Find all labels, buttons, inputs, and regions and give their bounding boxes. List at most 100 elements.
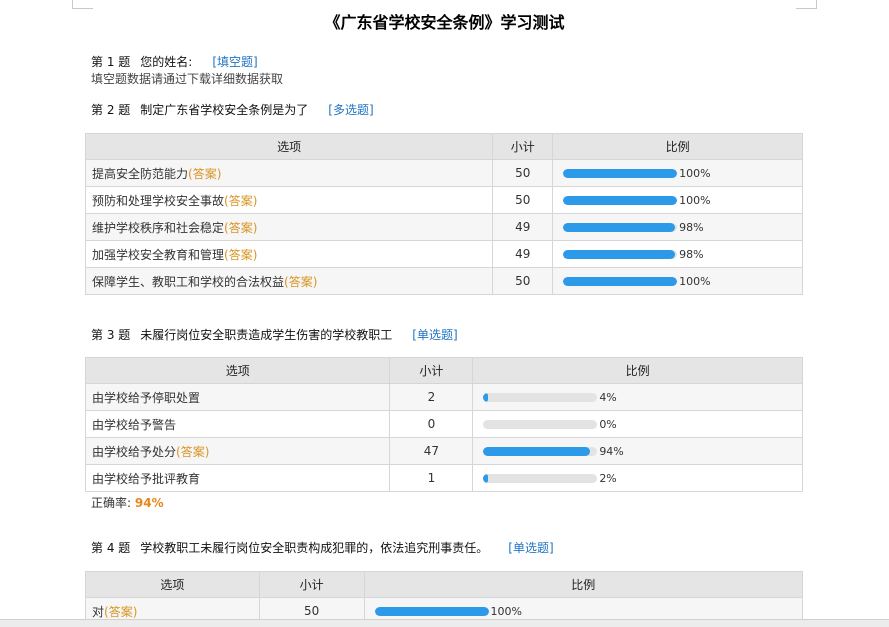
- progress-bar: [374, 606, 489, 616]
- count-cell: 0: [389, 410, 474, 438]
- answer-marker: (答案): [224, 193, 258, 208]
- count-cell: 2: [389, 383, 474, 411]
- progress-bar: [563, 222, 678, 232]
- progress-fill: [483, 473, 488, 483]
- option-label: 预防和处理学校安全事故: [92, 193, 225, 208]
- ratio-cell: 94%: [472, 437, 803, 465]
- count-cell: 1: [389, 464, 474, 492]
- ratio-cell: 98%: [552, 213, 803, 241]
- table-row: 提高安全防范能力(答案) 50 100%: [84, 159, 803, 187]
- accuracy-label: 正确率:: [91, 496, 132, 510]
- option-cell: 预防和处理学校安全事故(答案): [84, 186, 494, 214]
- progress-fill: [563, 195, 678, 205]
- ratio-cell: 100%: [552, 159, 803, 187]
- count-cell: 49: [492, 240, 554, 268]
- table-row: 加强学校安全教育和管理(答案) 49 98%: [84, 240, 803, 268]
- progress-bar: [563, 195, 678, 205]
- table-row: 由学校给予批评教育 1 2%: [84, 464, 803, 492]
- option-label: 维护学校秩序和社会稳定: [92, 220, 225, 235]
- percent-label: 98%: [679, 247, 704, 261]
- progress-fill: [563, 168, 678, 178]
- progress-bar: [563, 276, 678, 286]
- percent-label: 100%: [679, 166, 711, 180]
- column-header-option: 选项: [84, 357, 391, 384]
- table-row: 维护学校秩序和社会稳定(答案) 49 98%: [84, 213, 803, 241]
- percent-label: 94%: [599, 444, 624, 458]
- percent-label: 100%: [679, 274, 711, 288]
- question-number: 第 3 题: [91, 328, 131, 342]
- option-cell: 提高安全防范能力(答案): [84, 159, 494, 187]
- count-cell: 47: [389, 437, 474, 465]
- progress-fill: [374, 606, 489, 616]
- option-cell: 由学校给予批评教育: [84, 464, 391, 492]
- option-cell: 维护学校秩序和社会稳定(答案): [84, 213, 494, 241]
- progress-bar: [563, 249, 678, 259]
- percent-label: 0%: [599, 417, 617, 431]
- question-2: 第 2 题制定广东省学校安全条例是为了 [多选题]: [91, 101, 374, 118]
- question-text: 制定广东省学校安全条例是为了: [140, 103, 309, 117]
- option-label: 由学校给予警告: [92, 417, 177, 432]
- percent-label: 4%: [599, 390, 617, 404]
- option-label: 对: [92, 604, 105, 619]
- option-cell: 保障学生、教职工和学校的合法权益(答案): [84, 267, 494, 295]
- option-cell: 由学校给予警告: [84, 410, 391, 438]
- answer-marker: (答案): [284, 274, 318, 289]
- column-header-count: 小计: [258, 571, 365, 598]
- count-cell: 50: [492, 267, 554, 295]
- question-4: 第 4 题学校教职工未履行岗位安全职责构成犯罪的，依法追究刑事责任。 [单选题]: [91, 539, 554, 556]
- question-type-tag: [单选题]: [412, 328, 458, 342]
- question-1: 第 1 题您的姓名: [填空题]: [91, 53, 258, 70]
- answer-marker: (答案): [188, 166, 222, 181]
- ratio-cell: 100%: [552, 267, 803, 295]
- results-table-q4: 选项 小计 比例 对(答案) 50 100%: [85, 571, 804, 625]
- percent-label: 2%: [599, 471, 617, 485]
- question-number: 第 4 题: [91, 541, 131, 555]
- option-label: 由学校给予处分: [92, 444, 177, 459]
- column-header-option: 选项: [84, 133, 494, 160]
- option-cell: 由学校给予处分(答案): [84, 437, 391, 465]
- results-table-q3: 选项 小计 比例 由学校给予停职处置 2 4% 由学校给予警告 0 0% 由学校给予处分(答…: [84, 357, 803, 492]
- question-type-tag: [填空题]: [212, 55, 258, 69]
- option-label: 由学校给予批评教育: [92, 471, 201, 486]
- option-cell: 加强学校安全教育和管理(答案): [84, 240, 494, 268]
- question-number: 第 1 题: [91, 55, 131, 69]
- answer-marker: (答案): [104, 604, 138, 619]
- column-header-ratio: 比例: [552, 133, 803, 160]
- progress-bar: [483, 446, 598, 456]
- ratio-cell: 4%: [472, 383, 803, 411]
- progress-bar: [483, 473, 598, 483]
- column-header-ratio: 比例: [363, 571, 804, 598]
- page-corner-left: [72, 0, 93, 9]
- count-cell: 50: [492, 186, 554, 214]
- progress-fill: [563, 249, 675, 259]
- answer-marker: (答案): [224, 247, 258, 262]
- accuracy-rate: 正确率: 94%: [91, 494, 164, 511]
- column-header-option: 选项: [85, 571, 260, 598]
- table-row: 由学校给予警告 0 0%: [84, 410, 803, 438]
- page-corner-right: [796, 0, 817, 9]
- option-label: 保障学生、教职工和学校的合法权益: [92, 274, 285, 289]
- question-number: 第 2 题: [91, 103, 131, 117]
- ratio-cell: 98%: [552, 240, 803, 268]
- question-3: 第 3 题未履行岗位安全职责造成学生伤害的学校教职工 [单选题]: [91, 326, 458, 343]
- progress-fill: [563, 222, 675, 232]
- progress-fill: [483, 392, 488, 402]
- table-row: 预防和处理学校安全事故(答案) 50 100%: [84, 186, 803, 214]
- progress-fill: [483, 446, 591, 456]
- results-table-q2: 选项 小计 比例 提高安全防范能力(答案) 50 100% 预防和处理学校安全事故(答…: [84, 133, 803, 295]
- table-row: 保障学生、教职工和学校的合法权益(答案) 50 100%: [84, 267, 803, 295]
- ratio-cell: 0%: [472, 410, 803, 438]
- answer-marker: (答案): [224, 220, 258, 235]
- accuracy-value: 94%: [134, 496, 164, 510]
- page-title: 《广东省学校安全条例》学习测试: [324, 13, 565, 32]
- progress-fill: [563, 276, 678, 286]
- fill-blank-note: 填空题数据请通过下载详细数据获取: [91, 72, 284, 86]
- table-row: 由学校给予处分(答案) 47 94%: [84, 437, 803, 465]
- answer-marker: (答案): [176, 444, 210, 459]
- percent-label: 98%: [679, 220, 704, 234]
- question-type-tag: [多选题]: [328, 103, 374, 117]
- question-text: 您的姓名:: [140, 55, 193, 69]
- question-text: 学校教职工未履行岗位安全职责构成犯罪的，依法追究刑事责任。: [140, 541, 489, 555]
- question-text: 未履行岗位安全职责造成学生伤害的学校教职工: [140, 328, 393, 342]
- column-header-count: 小计: [389, 357, 474, 384]
